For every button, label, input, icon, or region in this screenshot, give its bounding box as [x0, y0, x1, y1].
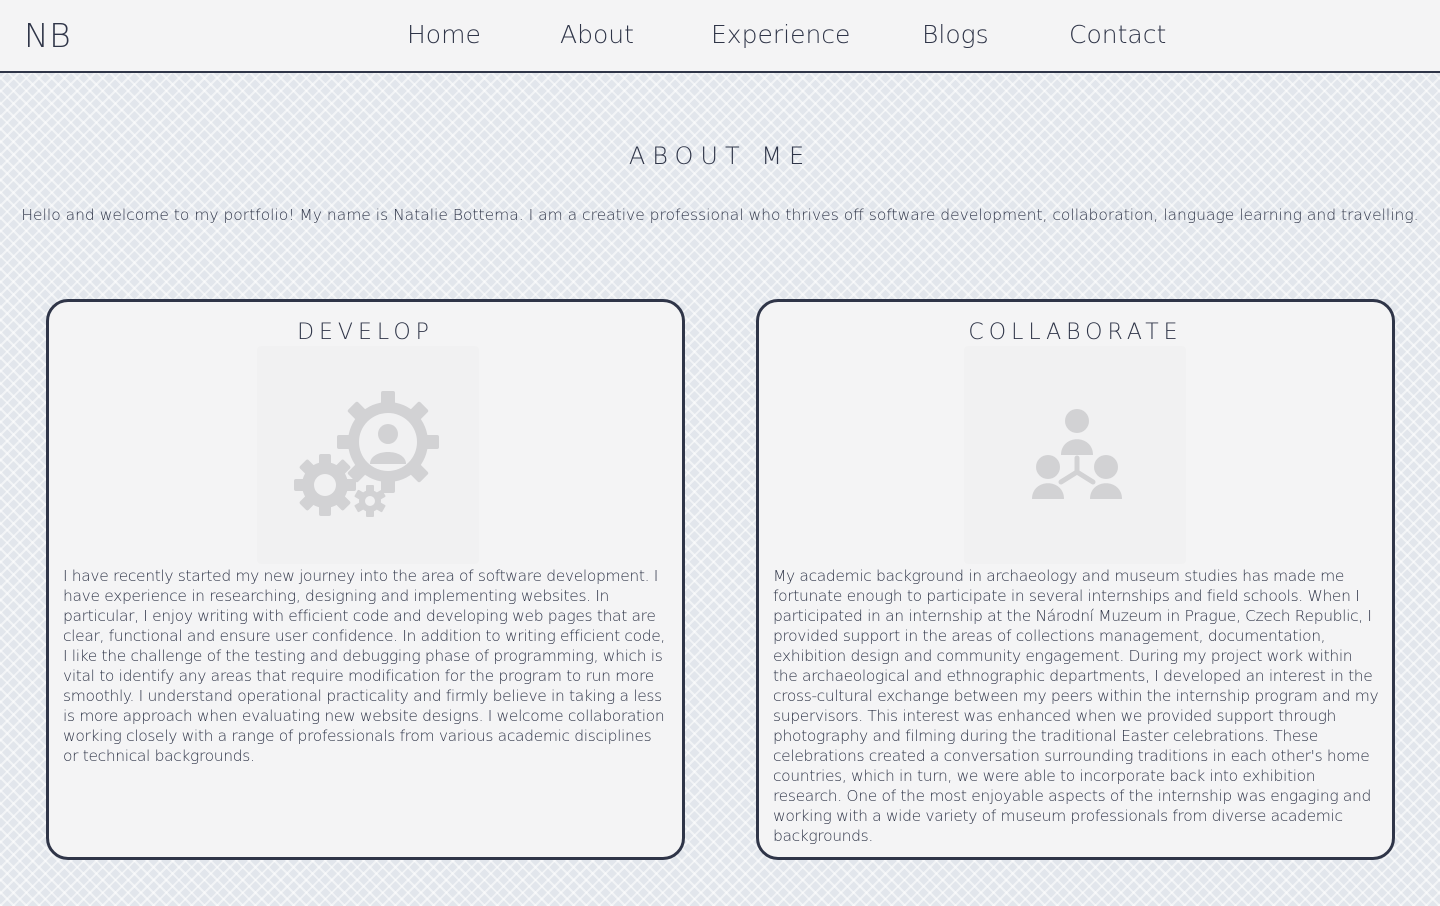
card-text: I have recently started my new journey i… — [63, 567, 665, 765]
team-hierarchy-icon-graphic — [1032, 409, 1122, 499]
card-text: My academic background in archaeology an… — [773, 567, 1379, 845]
gears-user-icon-graphic — [294, 391, 439, 517]
nav-links: Home About Experience Blogs Contact — [0, 20, 1440, 54]
develop-card: DEVELOP I have recently started my new j… — [46, 299, 685, 860]
nav-link-home[interactable]: Home — [407, 20, 481, 49]
collaborate-card: COLLABORATE My academic background in ar… — [756, 299, 1395, 860]
card-title: DEVELOP — [297, 320, 434, 345]
gears-user-icon — [257, 346, 479, 564]
intro-text: Hello and welcome to my portfolio! My na… — [21, 206, 1419, 224]
nav-link-experience[interactable]: Experience — [711, 20, 850, 49]
nav-link-about[interactable]: About — [560, 20, 634, 49]
team-hierarchy-icon — [964, 346, 1186, 564]
navbar: NB Home About Experience Blogs Contact — [0, 0, 1440, 73]
nav-link-contact[interactable]: Contact — [1069, 20, 1166, 49]
nav-link-blogs[interactable]: Blogs — [922, 20, 989, 49]
section-title: ABOUT ME — [628, 142, 812, 170]
card-title: COLLABORATE — [968, 320, 1183, 345]
